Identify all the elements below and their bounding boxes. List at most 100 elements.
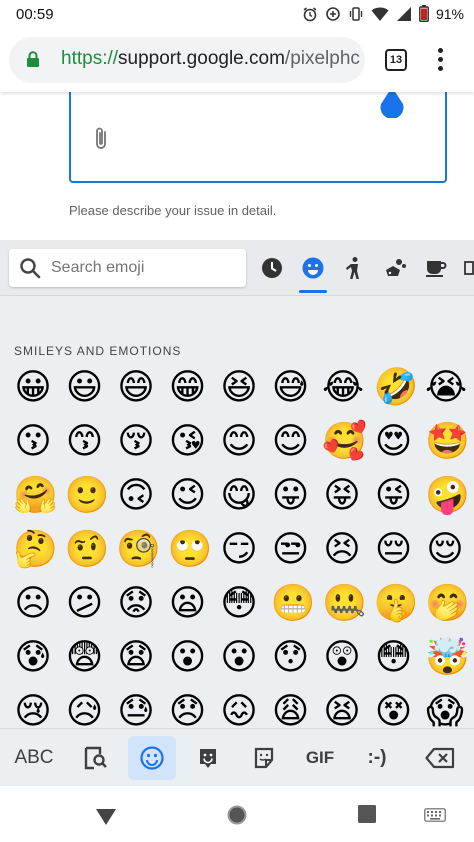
recents-square-icon[interactable] [358,805,376,828]
emoji-key[interactable]: 😒 [271,530,311,570]
status-bar: 00:59 91% [0,0,474,30]
emoji-key[interactable]: 😞 [168,692,208,729]
emoji-key[interactable]: 😥 [65,692,105,729]
emoji-key[interactable]: 😙 [65,422,105,462]
emoji-key[interactable]: 😱 [425,692,465,729]
emoji-key[interactable]: 😲 [322,638,362,678]
emoji-key[interactable]: 🤔 [13,530,58,570]
emoji-key[interactable]: 😖 [219,692,259,729]
emoji-key[interactable]: ☹ [13,584,53,624]
section-title: SMILEYS AND EMOTIONS [14,344,182,358]
emoji-key[interactable]: 😏 [219,530,259,570]
food-drink-tab-icon[interactable] [424,256,448,280]
battery-icon [419,5,429,22]
emoji-key[interactable]: 😮 [168,638,208,678]
emoji-key[interactable]: 🤭 [425,584,470,624]
status-time: 00:59 [16,6,54,23]
recent-emoji-tab-icon[interactable] [260,256,284,280]
emoji-key[interactable]: 😂 [322,368,364,408]
emoji-key[interactable]: 😊 [271,422,311,462]
emoji-key[interactable]: 🙂 [65,476,110,516]
alarm-icon [302,6,318,22]
emoji-key[interactable]: 😋 [219,476,259,516]
bitmoji-icon[interactable] [184,729,232,787]
emoji-key[interactable]: 😣 [322,530,362,570]
emoji-key[interactable]: 😧 [116,638,156,678]
emoji-key[interactable]: 🤫 [374,584,419,624]
emoji-key[interactable]: 😨 [65,638,105,678]
emoji-key[interactable]: 🤣 [374,368,419,408]
emoji-key[interactable]: 😮 [219,638,259,678]
emoji-key[interactable]: 😓 [116,692,156,729]
sticker-search-icon[interactable] [70,729,120,787]
emoji-key[interactable]: 😬 [271,584,316,624]
abc-key[interactable]: ABC [6,729,62,787]
url-text: https://support.google.com/pixelphc [61,48,360,69]
emoji-key[interactable]: 😳 [219,584,259,624]
more-categories-tab-icon[interactable] [464,256,474,280]
emoji-key[interactable]: 😵 [374,692,414,729]
sticker-icon[interactable] [240,729,288,787]
people-tab-icon[interactable] [342,256,366,280]
emoticon-key[interactable]: :-) [352,729,402,787]
emoji-key[interactable]: 😃 [65,368,105,408]
animals-nature-tab-icon[interactable] [383,256,407,280]
back-triangle-icon[interactable] [95,808,117,831]
emoji-toolbar: Search emoji [0,240,474,296]
emoji-key[interactable]: 😁 [168,368,208,408]
emoji-key[interactable]: 😊 [219,422,259,462]
emoji-key[interactable]: 🤨 [65,530,110,570]
emoji-key[interactable]: 😩 [271,692,311,729]
emoji-key[interactable]: 😍 [374,422,414,462]
tab-switcher-button[interactable]: 13 [385,49,407,71]
emoji-key[interactable]: 😆 [219,368,259,408]
emoji-key[interactable]: 🥰 [322,422,367,462]
emoji-key[interactable]: 🙄 [168,530,213,570]
emoji-key[interactable]: 😔 [374,530,414,570]
emoji-key[interactable]: 🧐 [116,530,161,570]
emoji-mode-icon[interactable] [128,736,176,780]
emoji-key[interactable]: 🤗 [13,476,58,516]
screen: 00:59 91% https://support.google.com/pix… [0,0,474,842]
emoji-key[interactable]: 😢 [13,692,53,729]
emoji-key[interactable]: 🤩 [425,422,470,462]
emoji-key[interactable]: 🙃 [116,476,156,516]
search-icon [19,257,41,284]
emoji-key[interactable]: 😚 [116,422,156,462]
page-content: Please describe your issue in detail. [0,82,474,240]
emoji-key[interactable]: 😀 [13,368,53,408]
emoji-key[interactable]: 😰 [13,638,53,678]
emoji-key[interactable]: 😜 [374,476,414,516]
emoji-key[interactable]: 😗 [13,422,53,462]
emoji-key[interactable]: 🤪 [425,476,470,516]
emoji-search-placeholder: Search emoji [51,259,145,276]
emoji-key[interactable]: 😅 [271,368,311,408]
gif-key[interactable]: GIF [296,729,344,787]
emoji-key[interactable]: 😄 [116,368,156,408]
home-circle-icon[interactable] [226,804,248,831]
emoji-key[interactable]: 😟 [116,584,156,624]
emoji-key[interactable]: 😫 [322,692,362,729]
emoji-key[interactable]: 😛 [271,476,311,516]
attachment-icon[interactable] [93,126,109,157]
emoji-key[interactable]: 😭 [425,368,467,408]
emoji-search-field[interactable]: Search emoji [9,249,246,287]
backspace-icon[interactable] [414,729,466,787]
keyboard-switcher-icon[interactable] [424,808,446,827]
emoji-key[interactable]: 😦 [168,584,208,624]
omnibox[interactable]: https://support.google.com/pixelphc [9,37,365,83]
vibrate-icon [348,6,364,22]
emoji-key[interactable]: 😝 [322,476,362,516]
emoji-key[interactable]: 😉 [168,476,208,516]
emoji-key[interactable]: 🤯 [425,638,470,678]
emoji-key[interactable]: 😘 [168,422,208,462]
emoji-key[interactable]: 😳 [374,638,414,678]
issue-description-textarea[interactable] [69,82,447,183]
emoji-key[interactable]: 🤐 [322,584,367,624]
overflow-menu-icon[interactable] [434,48,446,74]
emoji-key[interactable]: 😕 [65,584,105,624]
emoji-key[interactable]: 😯 [271,638,311,678]
smileys-tab-icon[interactable] [301,256,325,280]
browser-toolbar: https://support.google.com/pixelphc 13 [0,30,474,92]
emoji-key[interactable]: 😌 [425,530,465,570]
